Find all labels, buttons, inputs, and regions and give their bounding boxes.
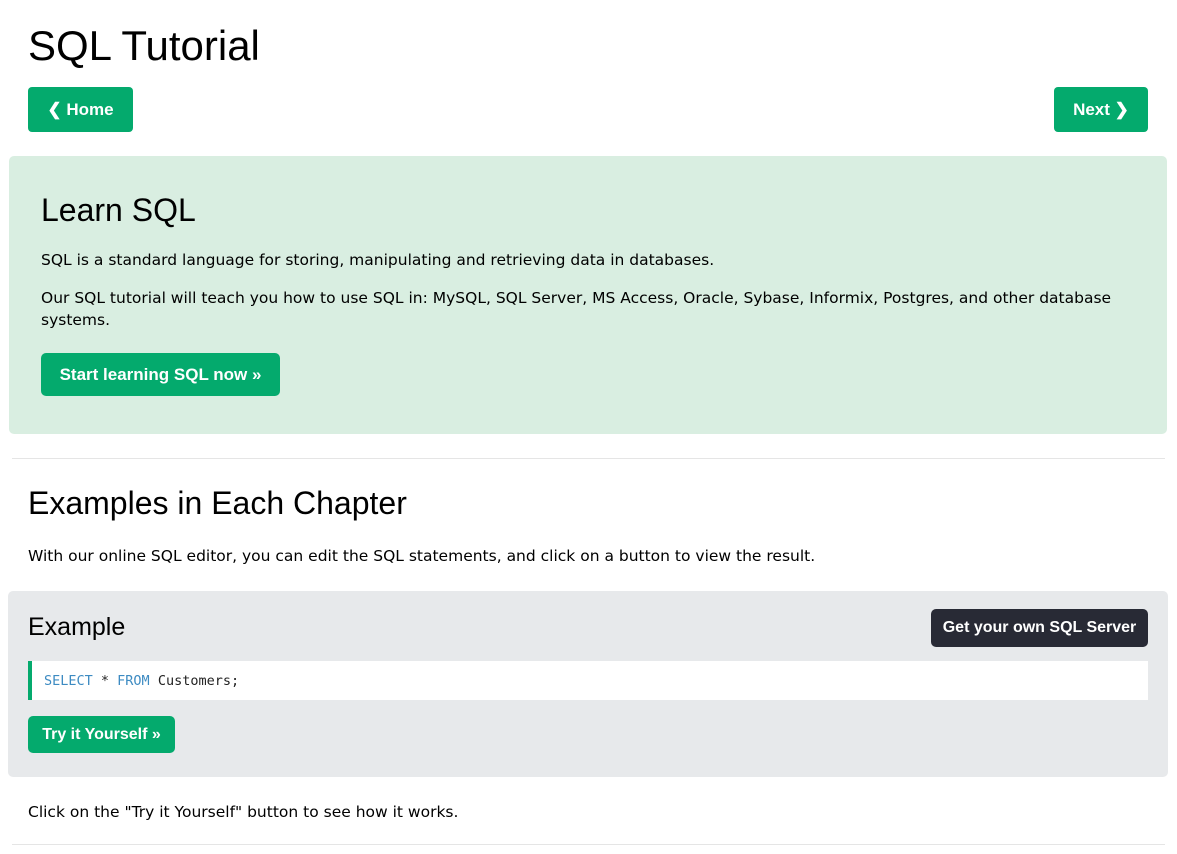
home-button[interactable]: ❮ Home (28, 87, 133, 132)
examples-section-title: Examples in Each Chapter (28, 485, 407, 521)
next-button[interactable]: Next ❯ (1054, 87, 1148, 132)
learn-sql-hero: Learn SQL SQL is a standard language for… (9, 156, 1167, 434)
start-learning-button[interactable]: Start learning SQL now » (41, 353, 280, 396)
example-box: Example Get your own SQL Server SELECT *… (8, 591, 1168, 777)
hero-supported-databases: Our SQL tutorial will teach you how to u… (41, 289, 1112, 329)
hero-description: SQL is a standard language for storing, … (41, 251, 715, 269)
hero-title: Learn SQL (41, 192, 196, 228)
sql-keyword-select: SELECT (44, 672, 93, 689)
example-title: Example (28, 613, 126, 641)
sql-keyword-from: FROM (117, 672, 150, 689)
try-it-note: Click on the "Try it Yourself" button to… (28, 803, 459, 821)
get-sql-server-button[interactable]: Get your own SQL Server (931, 609, 1148, 647)
try-it-yourself-button[interactable]: Try it Yourself » (28, 716, 175, 753)
code-block: SELECT * FROM Customers; (28, 661, 1148, 700)
page-title: SQL Tutorial (28, 22, 260, 69)
code-fragment: * (92, 672, 118, 689)
divider (12, 458, 1165, 459)
divider (12, 844, 1165, 845)
code-fragment-table: Customers; (149, 672, 240, 689)
examples-section-description: With our online SQL editor, you can edit… (28, 547, 816, 565)
